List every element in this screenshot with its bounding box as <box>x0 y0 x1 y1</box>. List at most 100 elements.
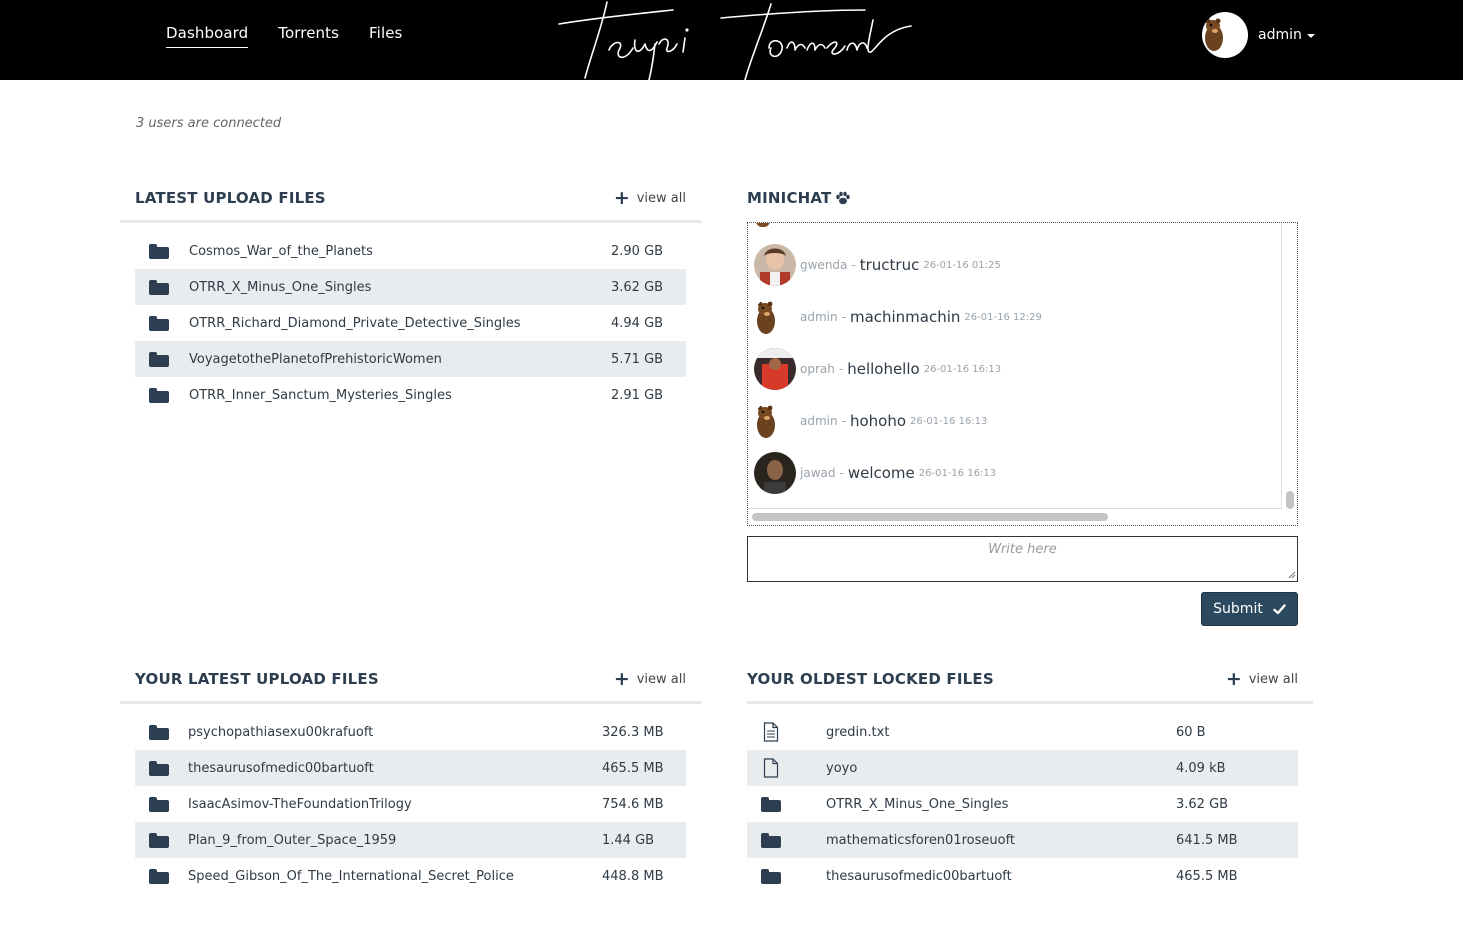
file-size: 1.44 GB <box>602 832 655 848</box>
divider <box>747 701 1313 704</box>
file-name: gredin.txt <box>826 724 890 740</box>
user-menu[interactable]: admin <box>1202 12 1315 58</box>
file-name: OTRR_Inner_Sanctum_Mysteries_Singles <box>189 387 452 403</box>
list-item[interactable]: mathematicsforen01roseuoft 641.5 MB <box>747 822 1298 858</box>
list-item[interactable]: VoyagetothePlanetofPrehistoricWomen 5.71… <box>135 341 686 377</box>
file-size: 641.5 MB <box>1176 832 1238 848</box>
chat-separator: - <box>841 310 846 324</box>
list-item[interactable]: Speed_Gibson_Of_The_International_Secret… <box>135 858 686 894</box>
folder-icon <box>149 352 169 367</box>
view-all-label: view all <box>1248 671 1298 687</box>
view-all-link[interactable]: + view all <box>1225 667 1298 690</box>
plus-icon: + <box>613 667 630 690</box>
chat-username: jawad <box>800 466 836 480</box>
folder-icon <box>149 725 169 740</box>
file-name: Cosmos_War_of_the_Planets <box>189 243 373 259</box>
file-name: OTRR_X_Minus_One_Singles <box>189 279 372 295</box>
list-item[interactable]: OTRR_Richard_Diamond_Private_Detective_S… <box>135 305 686 341</box>
avatar <box>756 223 770 227</box>
chat-username: oprah <box>800 362 835 376</box>
list-item[interactable]: OTRR_X_Minus_One_Singles 3.62 GB <box>747 786 1298 822</box>
file-name: mathematicsforen01roseuoft <box>826 832 1016 848</box>
list-item[interactable]: Plan_9_from_Outer_Space_1959 1.44 GB <box>135 822 686 858</box>
list-item[interactable]: OTRR_X_Minus_One_Singles 3.62 GB <box>135 269 686 305</box>
folder-icon <box>149 316 169 331</box>
chat-timestamp: 26-01-16 16:13 <box>918 467 997 479</box>
file-size: 4.09 kB <box>1176 760 1226 776</box>
file-name: OTRR_Richard_Diamond_Private_Detective_S… <box>189 315 521 331</box>
panel-title: YOUR OLDEST LOCKED FILES <box>747 670 994 688</box>
nav-links: Dashboard Torrents Files <box>166 24 402 48</box>
horizontal-scrollbar[interactable] <box>752 513 1108 521</box>
submit-button[interactable]: Submit <box>1201 592 1298 626</box>
folder-icon <box>761 833 781 848</box>
file-name: thesaurusofmedic00bartuoft <box>188 760 374 776</box>
folder-icon <box>149 244 169 259</box>
list-item[interactable]: yoyo 4.09 kB <box>747 750 1298 786</box>
chat-separator: - <box>838 362 844 376</box>
file-size: 60 B <box>1176 724 1206 740</box>
chat-scroll-area[interactable]: gwenda - tructruc 26-01-16 01:25 admin - <box>748 223 1282 509</box>
file-list: gredin.txt 60 B yoyo 4.09 kB OTRR_X_Minu… <box>747 714 1298 894</box>
panel-title: YOUR LATEST UPLOAD FILES <box>135 670 379 688</box>
avatar <box>754 296 796 338</box>
folder-icon <box>149 388 169 403</box>
list-item[interactable]: psychopathiasexu00krafuoft 326.3 MB <box>135 714 686 750</box>
chat-separator: - <box>839 466 844 480</box>
list-item[interactable]: IsaacAsimov-TheFoundationTrilogy 754.6 M… <box>135 786 686 822</box>
list-item[interactable]: gredin.txt 60 B <box>747 714 1298 750</box>
chat-timestamp: 26-01-16 12:29 <box>964 311 1042 323</box>
file-size: 326.3 MB <box>602 724 664 740</box>
chat-separator: - <box>841 414 846 428</box>
avatar <box>754 348 796 390</box>
chat-message: admin - machinmachin 26-01-16 12:29 <box>754 296 1042 338</box>
file-icon <box>763 758 779 778</box>
chat-messages[interactable]: gwenda - tructruc 26-01-16 01:25 admin - <box>747 222 1298 526</box>
file-size: 754.6 MB <box>602 796 664 812</box>
plus-icon: + <box>1225 667 1242 690</box>
divider <box>120 701 702 704</box>
chat-message-input[interactable]: Write here <box>747 536 1298 582</box>
chat-text: machinmachin <box>849 308 961 326</box>
view-all-link[interactable]: + view all <box>613 186 686 209</box>
list-item[interactable]: Cosmos_War_of_the_Planets 2.90 GB <box>135 233 686 269</box>
file-size: 3.62 GB <box>611 279 664 295</box>
chat-message: oprah - hellohello 26-01-16 16:13 <box>754 348 1001 390</box>
file-name: VoyagetothePlanetofPrehistoricWomen <box>189 351 442 367</box>
file-size: 448.8 MB <box>602 868 664 884</box>
nav-files[interactable]: Files <box>369 24 402 48</box>
vertical-scrollbar[interactable] <box>1286 491 1294 509</box>
avatar <box>754 400 796 442</box>
divider <box>120 220 702 223</box>
file-list: psychopathiasexu00krafuoft 326.3 MB thes… <box>135 714 686 894</box>
nav-torrents[interactable]: Torrents <box>278 24 339 48</box>
file-list: Cosmos_War_of_the_Planets 2.90 GB OTRR_X… <box>135 233 686 413</box>
chat-text: hohoho <box>849 412 907 430</box>
avatar <box>754 244 796 286</box>
folder-icon <box>149 869 169 884</box>
chat-separator: - <box>851 258 856 272</box>
nav-dashboard[interactable]: Dashboard <box>166 24 249 48</box>
folder-icon <box>149 833 169 848</box>
resize-handle-icon[interactable] <box>1288 571 1296 579</box>
file-name: Speed_Gibson_Of_The_International_Secret… <box>188 868 514 884</box>
plus-icon: + <box>613 186 630 209</box>
list-item[interactable]: OTRR_Inner_Sanctum_Mysteries_Singles 2.9… <box>135 377 686 413</box>
site-logo[interactable] <box>555 0 915 80</box>
file-size: 2.91 GB <box>611 387 664 403</box>
file-size: 465.5 MB <box>602 760 664 776</box>
file-name: OTRR_X_Minus_One_Singles <box>826 796 1009 812</box>
chat-message: admin - hohoho 26-01-16 16:13 <box>754 400 987 442</box>
list-item[interactable]: thesaurusofmedic00bartuoft 465.5 MB <box>747 858 1298 894</box>
file-size: 4.94 GB <box>611 315 664 331</box>
your-latest-uploads-panel: YOUR LATEST UPLOAD FILES + view all psych… <box>120 667 702 894</box>
file-name: psychopathiasexu00krafuoft <box>188 724 374 740</box>
oldest-locked-panel: YOUR OLDEST LOCKED FILES + view all gredi… <box>747 667 1313 894</box>
view-all-link[interactable]: + view all <box>613 667 686 690</box>
chat-timestamp: 26-01-16 16:13 <box>923 363 1002 375</box>
list-item[interactable]: thesaurusofmedic00bartuoft 465.5 MB <box>135 750 686 786</box>
folder-icon <box>149 280 169 295</box>
chat-text: hellohello <box>847 360 920 378</box>
view-all-label: view all <box>636 671 686 687</box>
chevron-down-icon <box>1306 34 1315 38</box>
